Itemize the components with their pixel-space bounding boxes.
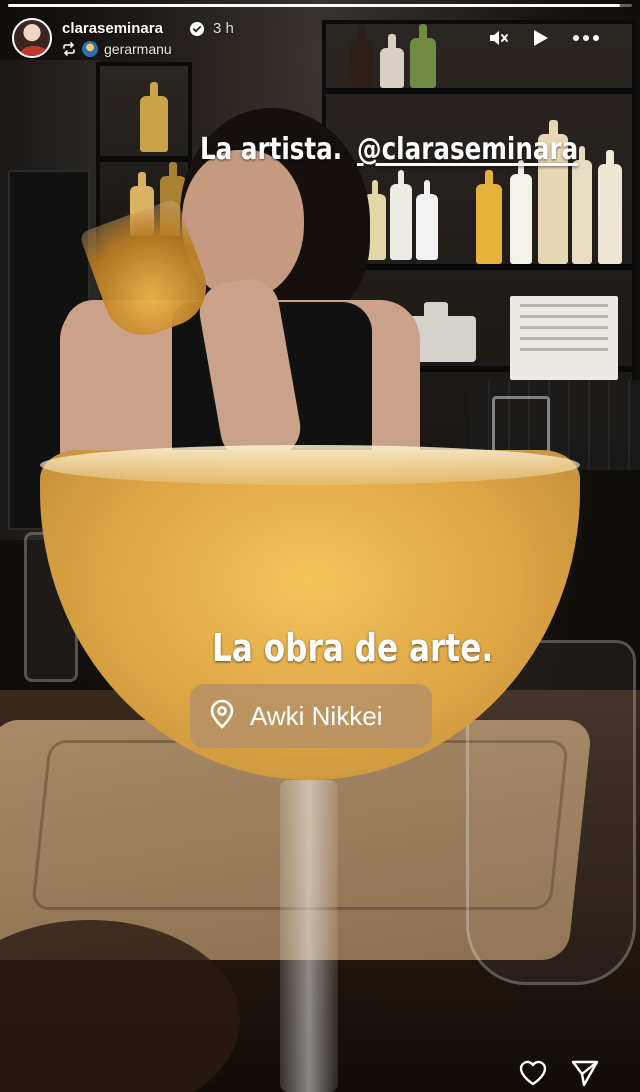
more-dots-icon[interactable] [568,24,604,52]
caption-sticker-center[interactable]: La obra de arte. [212,626,493,670]
story-progress-fill [8,4,620,7]
avatar[interactable] [12,18,52,58]
play-icon[interactable] [526,24,554,52]
story-progress-bar [8,4,632,7]
repost-attribution[interactable]: gerarmanu [62,40,172,58]
mention-sticker[interactable]: @claraseminara [357,132,578,167]
post-time: 3 h [213,20,234,37]
caption-sticker-top[interactable]: La artista. [200,132,342,167]
cocktail-foam [40,445,580,485]
speaker-muted-icon[interactable] [484,24,512,52]
location-label: Awki Nikkei [250,700,383,731]
heart-icon[interactable] [518,1058,548,1088]
wall-notice [510,296,618,380]
send-icon[interactable] [570,1058,600,1088]
repost-icon [62,42,76,56]
story-view[interactable]: claraseminara 3 h gerarmanu La artista. … [0,0,640,1092]
location-sticker[interactable]: Awki Nikkei [190,684,432,748]
location-pin-icon [208,699,236,734]
coupe-stem [280,780,338,1092]
verified-badge-icon [190,22,204,36]
repost-avatar [82,41,98,57]
repost-username[interactable]: gerarmanu [104,41,172,57]
author-username[interactable]: claraseminara [62,20,163,37]
